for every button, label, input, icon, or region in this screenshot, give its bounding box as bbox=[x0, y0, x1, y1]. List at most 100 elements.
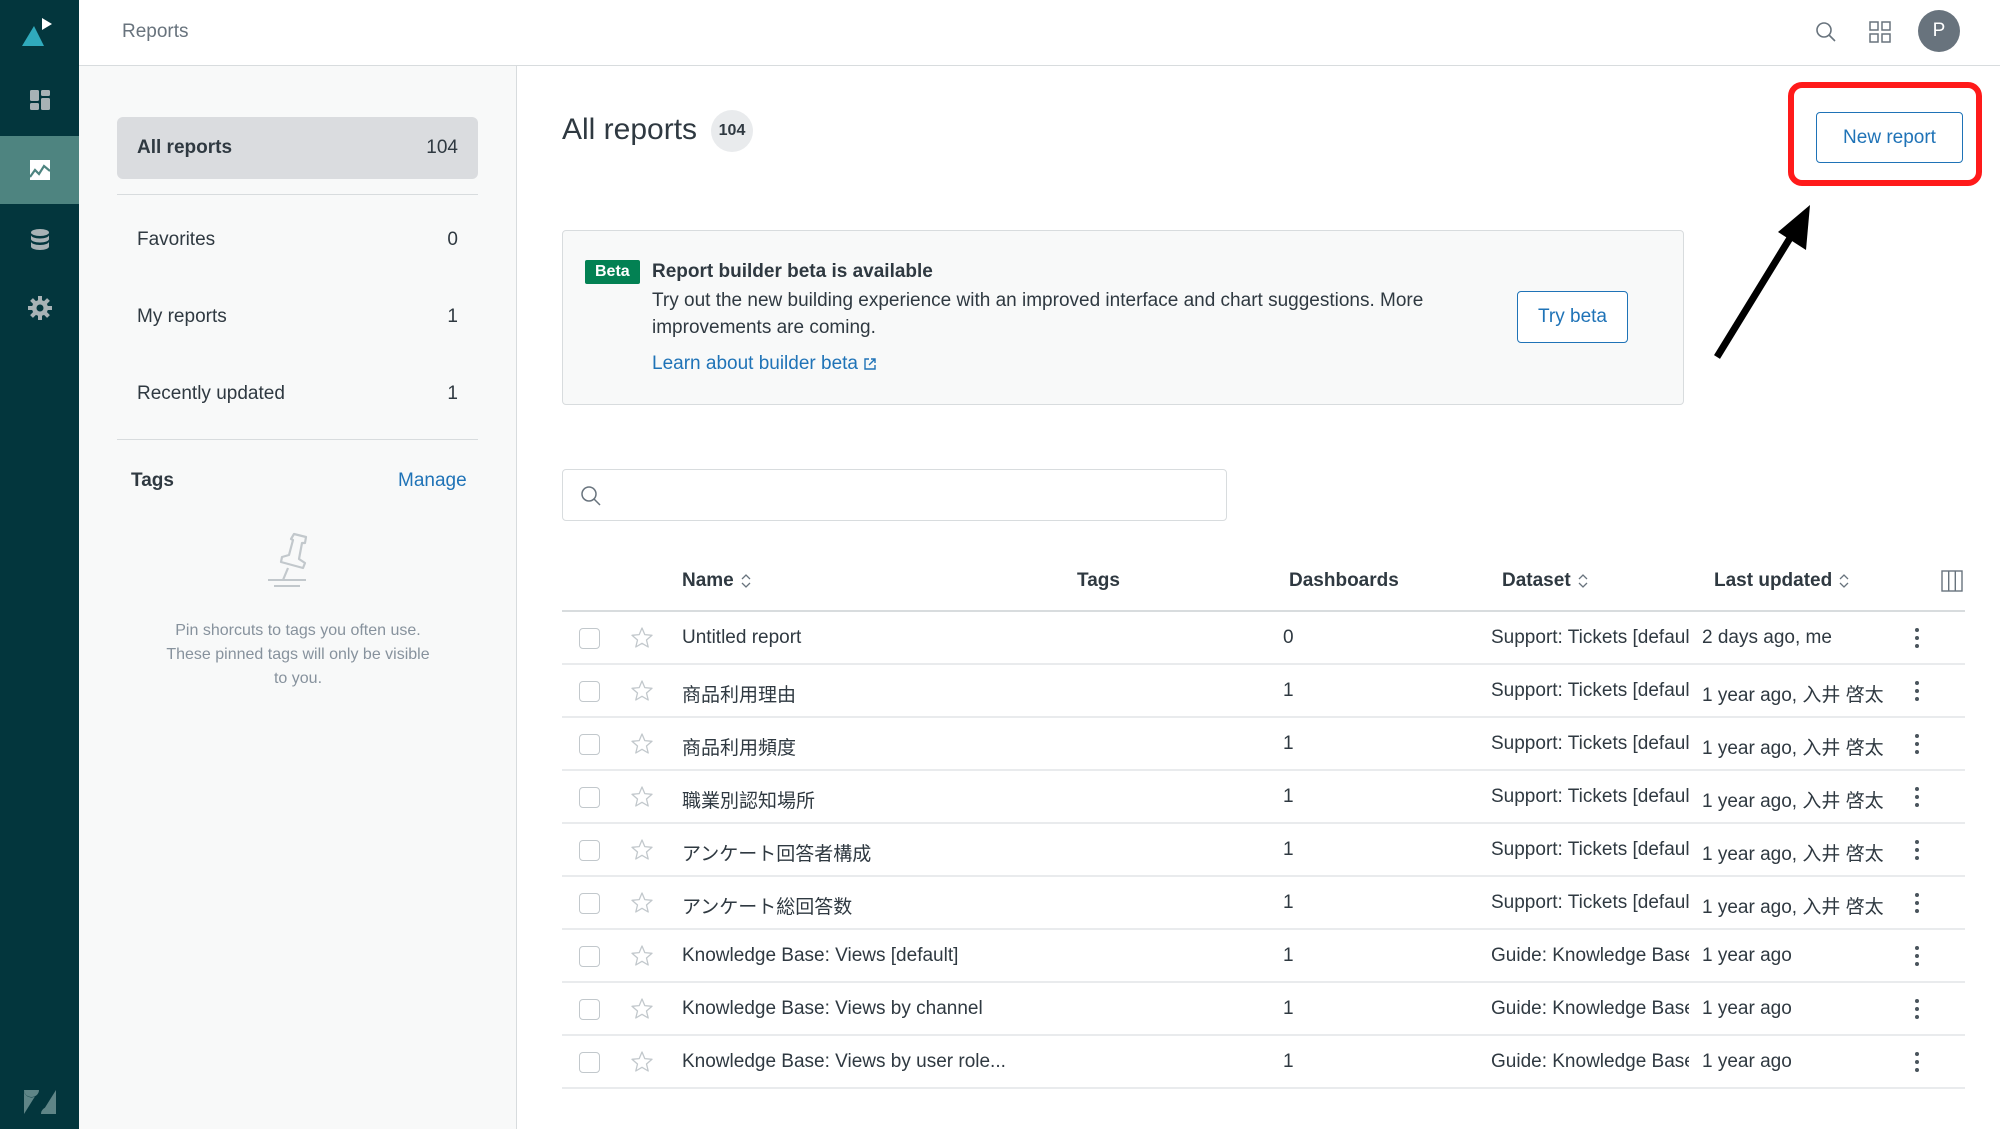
table-row[interactable]: 商品利用理由 1 Support: Tickets [default] 1 ye… bbox=[562, 665, 1965, 718]
report-last-updated: 1 year ago, 入井 啓太 bbox=[1702, 844, 1884, 865]
subnav-item-my-reports[interactable]: My reports 1 bbox=[117, 286, 478, 348]
top-header: Reports P bbox=[79, 0, 2000, 66]
row-menu-button[interactable] bbox=[1907, 783, 1927, 811]
product-rail bbox=[0, 0, 79, 1129]
column-label: Dataset bbox=[1502, 570, 1571, 591]
beta-title: Report builder beta is available bbox=[652, 261, 933, 282]
row-checkbox[interactable] bbox=[579, 628, 600, 649]
search-icon bbox=[581, 486, 601, 506]
try-beta-button[interactable]: Try beta bbox=[1517, 291, 1628, 343]
report-dashboards: 1 bbox=[1283, 733, 1294, 754]
row-checkbox[interactable] bbox=[579, 946, 600, 967]
rail-item-settings[interactable] bbox=[0, 274, 79, 342]
table-row[interactable]: アンケート回答者構成 1 Support: Tickets [default] … bbox=[562, 824, 1965, 877]
row-menu-button[interactable] bbox=[1907, 942, 1927, 970]
rail-item-datasets[interactable] bbox=[0, 206, 79, 274]
rail-item-dashboards[interactable] bbox=[0, 66, 79, 134]
rail-item-reports[interactable] bbox=[0, 136, 79, 204]
table-row[interactable]: Knowledge Base: Views [default] 1 Guide:… bbox=[562, 930, 1965, 983]
user-avatar[interactable]: P bbox=[1918, 10, 1960, 52]
favorite-star-icon[interactable] bbox=[630, 997, 654, 1021]
report-name[interactable]: アンケート回答者構成 bbox=[682, 839, 1062, 866]
report-name[interactable]: 商品利用頻度 bbox=[682, 733, 1062, 760]
column-header-name[interactable]: Name bbox=[682, 570, 752, 592]
row-menu-button[interactable] bbox=[1907, 995, 1927, 1023]
table-row[interactable]: アンケート総回答数 1 Support: Tickets [default] 1… bbox=[562, 877, 1965, 930]
report-name[interactable]: Knowledge Base: Views [default] bbox=[682, 945, 1062, 967]
report-search-field[interactable] bbox=[562, 469, 1227, 521]
report-name[interactable]: 商品利用理由 bbox=[682, 680, 1062, 707]
sort-icon bbox=[1839, 574, 1849, 588]
row-checkbox[interactable] bbox=[579, 999, 600, 1020]
row-menu-button[interactable] bbox=[1907, 677, 1927, 705]
row-menu-button[interactable] bbox=[1907, 889, 1927, 917]
report-dataset: Support: Tickets [default] bbox=[1491, 627, 1689, 648]
subnav-item-label: My reports bbox=[137, 306, 227, 327]
row-checkbox[interactable] bbox=[579, 893, 600, 914]
favorite-star-icon[interactable] bbox=[630, 891, 654, 915]
new-report-button[interactable]: New report bbox=[1816, 112, 1963, 163]
row-menu-button[interactable] bbox=[1907, 836, 1927, 864]
table-row[interactable]: Knowledge Base: Views by channel 1 Guide… bbox=[562, 983, 1965, 1036]
report-name[interactable]: 職業別認知場所 bbox=[682, 786, 1062, 813]
table-row[interactable]: 商品利用頻度 1 Support: Tickets [default] 1 ye… bbox=[562, 718, 1965, 771]
report-dashboards: 1 bbox=[1283, 786, 1294, 807]
report-last-updated: 1 year ago, 入井 啓太 bbox=[1702, 791, 1884, 812]
favorite-star-icon[interactable] bbox=[630, 785, 654, 809]
favorite-star-icon[interactable] bbox=[630, 626, 654, 650]
column-header-dashboards: Dashboards bbox=[1289, 570, 1399, 592]
subnav-item-favorites[interactable]: Favorites 0 bbox=[117, 209, 478, 271]
row-menu-button[interactable] bbox=[1907, 1048, 1927, 1076]
row-checkbox[interactable] bbox=[579, 681, 600, 702]
table-row[interactable]: Untitled report 0 Support: Tickets [defa… bbox=[562, 612, 1965, 665]
tags-heading: Tags bbox=[131, 470, 174, 491]
manage-tags-link[interactable]: Manage bbox=[398, 470, 467, 492]
subnav-item-label: Favorites bbox=[137, 229, 216, 250]
table-body: Untitled report 0 Support: Tickets [defa… bbox=[562, 612, 1965, 1089]
favorite-star-icon[interactable] bbox=[630, 1050, 654, 1074]
header-title: Reports bbox=[122, 21, 189, 42]
pushpin-icon bbox=[268, 532, 308, 587]
favorite-star-icon[interactable] bbox=[630, 732, 654, 756]
beta-banner: Beta Report builder beta is available Tr… bbox=[562, 230, 1684, 405]
report-last-updated: 2 days ago, me bbox=[1702, 627, 1832, 648]
column-header-tags: Tags bbox=[1077, 570, 1120, 592]
row-menu-button[interactable] bbox=[1907, 730, 1927, 758]
report-name[interactable]: アンケート総回答数 bbox=[682, 892, 1062, 919]
report-dataset: Support: Tickets [default] bbox=[1491, 733, 1689, 754]
learn-about-beta-link[interactable]: Learn about builder beta bbox=[652, 353, 877, 375]
favorite-star-icon[interactable] bbox=[630, 838, 654, 862]
row-checkbox[interactable] bbox=[579, 787, 600, 808]
column-header-last-updated[interactable]: Last updated bbox=[1714, 570, 1850, 592]
product-tray-button[interactable] bbox=[1864, 16, 1896, 48]
column-header-dataset[interactable]: Dataset bbox=[1502, 570, 1589, 592]
report-name[interactable]: Knowledge Base: Views by user role... bbox=[682, 1051, 1062, 1073]
report-dataset: Support: Tickets [default] bbox=[1491, 680, 1689, 701]
external-link-icon bbox=[864, 358, 876, 370]
sort-icon bbox=[1578, 574, 1588, 588]
report-name[interactable]: Untitled report bbox=[682, 627, 1062, 649]
row-checkbox[interactable] bbox=[579, 734, 600, 755]
columns-settings-icon[interactable] bbox=[1941, 569, 1963, 593]
divider bbox=[117, 439, 478, 440]
zendesk-logo-icon bbox=[24, 1090, 56, 1114]
report-dashboards: 1 bbox=[1283, 945, 1294, 966]
report-name[interactable]: Knowledge Base: Views by channel bbox=[682, 998, 1062, 1020]
report-dataset: Support: Tickets [default] bbox=[1491, 839, 1689, 860]
table-row[interactable]: Knowledge Base: Views by user role... 1 … bbox=[562, 1036, 1965, 1089]
search-icon bbox=[1816, 22, 1836, 42]
subnav-item-label: All reports bbox=[137, 137, 233, 158]
row-menu-button[interactable] bbox=[1907, 624, 1927, 652]
subnav-item-all-reports[interactable]: All reports 104 bbox=[117, 117, 478, 179]
subnav-item-count: 0 bbox=[447, 229, 458, 250]
report-last-updated: 1 year ago bbox=[1702, 998, 1792, 1019]
row-checkbox[interactable] bbox=[579, 840, 600, 861]
favorite-star-icon[interactable] bbox=[630, 679, 654, 703]
table-row[interactable]: 職業別認知場所 1 Support: Tickets [default] 1 y… bbox=[562, 771, 1965, 824]
row-checkbox[interactable] bbox=[579, 1052, 600, 1073]
subnav-item-recently-updated[interactable]: Recently updated 1 bbox=[117, 363, 478, 425]
favorite-star-icon[interactable] bbox=[630, 944, 654, 968]
search-button[interactable] bbox=[1810, 16, 1842, 48]
database-icon bbox=[30, 229, 49, 250]
search-input[interactable] bbox=[613, 470, 1213, 520]
